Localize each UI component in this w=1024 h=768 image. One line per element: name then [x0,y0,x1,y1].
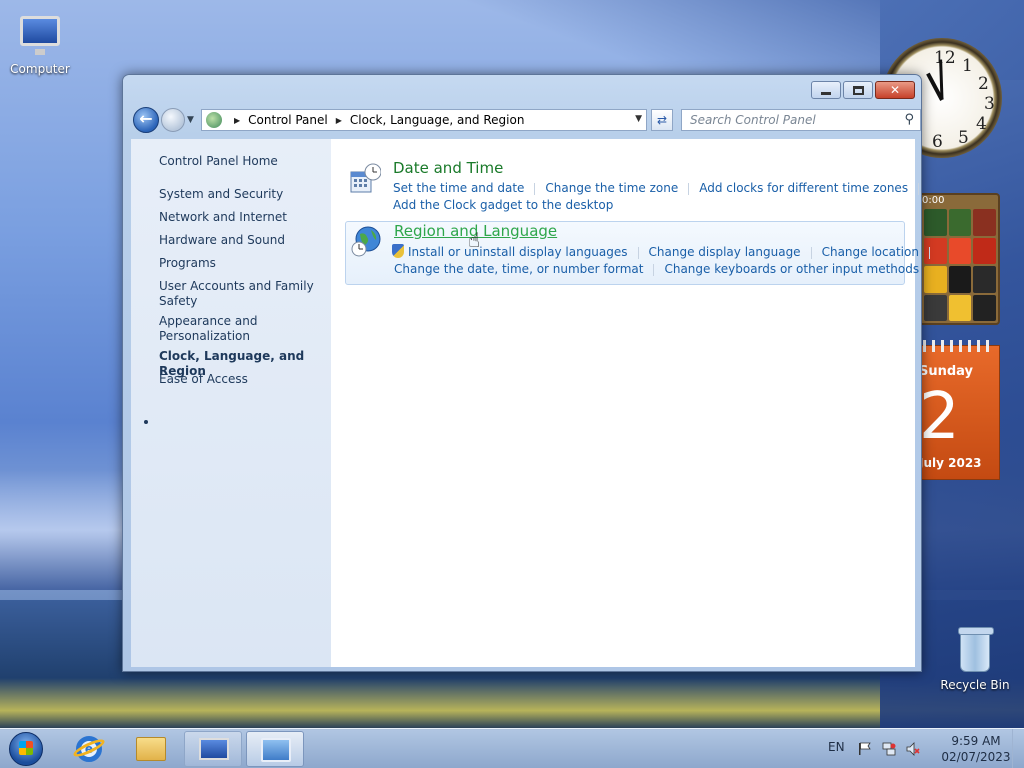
close-icon: ✕ [889,83,901,97]
calendar-gadget[interactable]: Sunday 2 July 2023 [918,340,1000,480]
task-row: Set the time and date Change the time zon… [393,181,929,195]
task-change-display-language[interactable]: Change display language [649,245,801,259]
category-region-language: Region and Language Install or uninstall… [345,221,930,285]
chevron-right-icon[interactable]: ▶ [336,116,342,125]
desktop-icon-label: Computer [10,62,70,76]
taskbar: e EN 9:59 AM 02/07/2023 [0,728,1024,768]
sidebar-item-hardware-sound[interactable]: Hardware and Sound [159,233,324,248]
navigation-pane: Control Panel Home System and Security N… [131,139,331,667]
task-row: Change the date, time, or number format C… [394,262,919,276]
language-indicator[interactable]: EN [828,740,845,754]
maximize-icon [852,85,864,95]
task-row: Add the Clock gadget to the desktop [393,198,613,212]
close-button[interactable]: ✕ [875,81,915,99]
current-item-bullet [144,420,148,424]
taskbar-control-panel[interactable] [246,731,304,767]
folder-icon [136,737,166,761]
sidebar-item-network-internet[interactable]: Network and Internet [159,210,324,225]
puzzle-grid [924,209,996,321]
sidebar-item-programs[interactable]: Programs [159,256,324,271]
calendar-day: Sunday [919,364,974,379]
category-date-time: Date and Time Set the time and date Chang… [345,159,920,215]
task-add-clocks[interactable]: Add clocks for different time zones [699,181,908,195]
sidebar-item-user-accounts[interactable]: User Accounts and Family Safety [159,279,324,309]
task-install-languages[interactable]: Install or uninstall display languages [408,245,628,259]
address-bar[interactable]: ▶ Control Panel ▶ Clock, Language, and R… [201,109,647,131]
computer-icon [19,16,61,58]
taskbar-remote-desktop[interactable] [184,731,242,767]
clock-numeral: 2 [978,74,989,94]
task-change-keyboards[interactable]: Change keyboards or other input methods [664,262,919,276]
calendar-date: 2 [919,380,960,454]
title-bar-buttons: ✕ [811,81,915,99]
date-time-icon [349,163,382,195]
desktop-icon-computer[interactable]: Computer [0,10,80,76]
control-panel-icon [206,112,222,128]
calendar-rings [923,340,995,352]
clock-time: 9:59 AM [951,734,1001,748]
sidebar-item-control-panel-home[interactable]: Control Panel Home [159,154,324,169]
back-arrow-icon: ← [139,109,153,128]
clock-numeral: 1 [962,56,973,76]
clock-numeral: 5 [958,128,969,148]
taskbar-explorer[interactable] [122,731,180,767]
taskbar-internet-explorer[interactable]: e [60,731,118,767]
show-desktop-button[interactable] [1012,729,1024,768]
volume-muted-icon[interactable] [906,742,920,756]
picture-puzzle-gadget[interactable]: 0:00 [918,193,1000,325]
control-panel-window: ✕ ← ▼ ▶ Control Panel ▶ Clock, Language,… [122,74,930,672]
action-center-flag-icon[interactable] [858,742,872,756]
hand-cursor-icon: ☝ [468,228,481,252]
refresh-icon: ⇄ [656,113,668,127]
network-icon[interactable] [882,742,896,756]
back-button[interactable]: ← [133,107,159,133]
chevron-right-icon[interactable]: ▶ [234,116,240,125]
search-placeholder: Search Control Panel [690,113,816,127]
breadcrumb-control-panel[interactable]: Control Panel [248,113,328,127]
navigation-bar: ← ▼ ▶ Control Panel ▶ Clock, Language, a… [131,107,921,133]
task-set-time-date[interactable]: Set the time and date [393,181,524,195]
calendar-month: July 2023 [919,456,982,470]
clock-numeral: 12 [934,48,956,68]
minimize-button[interactable] [811,81,841,99]
search-icon[interactable]: ⚲ [904,112,914,127]
refresh-button[interactable]: ⇄ [651,109,673,131]
breadcrumb-clock-language-region[interactable]: Clock, Language, and Region [350,113,525,127]
start-button[interactable] [4,729,48,768]
clock-numeral: 4 [976,114,987,134]
uac-shield-icon [392,244,404,258]
clock-date: 02/07/2023 [941,750,1011,764]
recycle-bin-icon [954,627,996,674]
sidebar-item-system-security[interactable]: System and Security [159,187,324,202]
maximize-button[interactable] [843,81,873,99]
control-panel-icon [261,738,291,762]
sidebar-item-appearance[interactable]: Appearance and Personalization [159,314,324,344]
task-change-format[interactable]: Change the date, time, or number format [394,262,643,276]
globe-clock-icon [350,226,382,258]
puzzle-timer: 0:00 [922,195,945,206]
task-add-clock-gadget[interactable]: Add the Clock gadget to the desktop [393,198,613,212]
desktop-icon-label: Recycle Bin [940,678,1010,692]
main-content: Date and Time Set the time and date Chang… [331,139,930,667]
windows-logo-icon [19,741,33,755]
sidebar-item-ease-of-access[interactable]: Ease of Access [159,372,324,387]
clock-numeral: 3 [984,94,995,114]
forward-button[interactable] [161,108,185,132]
clock-numeral: 6 [932,132,943,152]
taskbar-clock[interactable]: 9:59 AM 02/07/2023 [936,733,1016,765]
search-input[interactable]: Search Control Panel ⚲ [681,109,921,131]
category-title-date-time[interactable]: Date and Time [393,159,503,177]
recent-pages-dropdown[interactable]: ▼ [187,115,194,125]
remote-desktop-icon [199,738,229,760]
minimize-icon [821,91,831,95]
task-change-time-zone[interactable]: Change the time zone [545,181,678,195]
desktop-icon-recycle-bin[interactable]: Recycle Bin [935,627,1015,692]
address-dropdown-icon[interactable]: ▼ [635,114,642,124]
task-change-location[interactable]: Change location [822,245,919,259]
